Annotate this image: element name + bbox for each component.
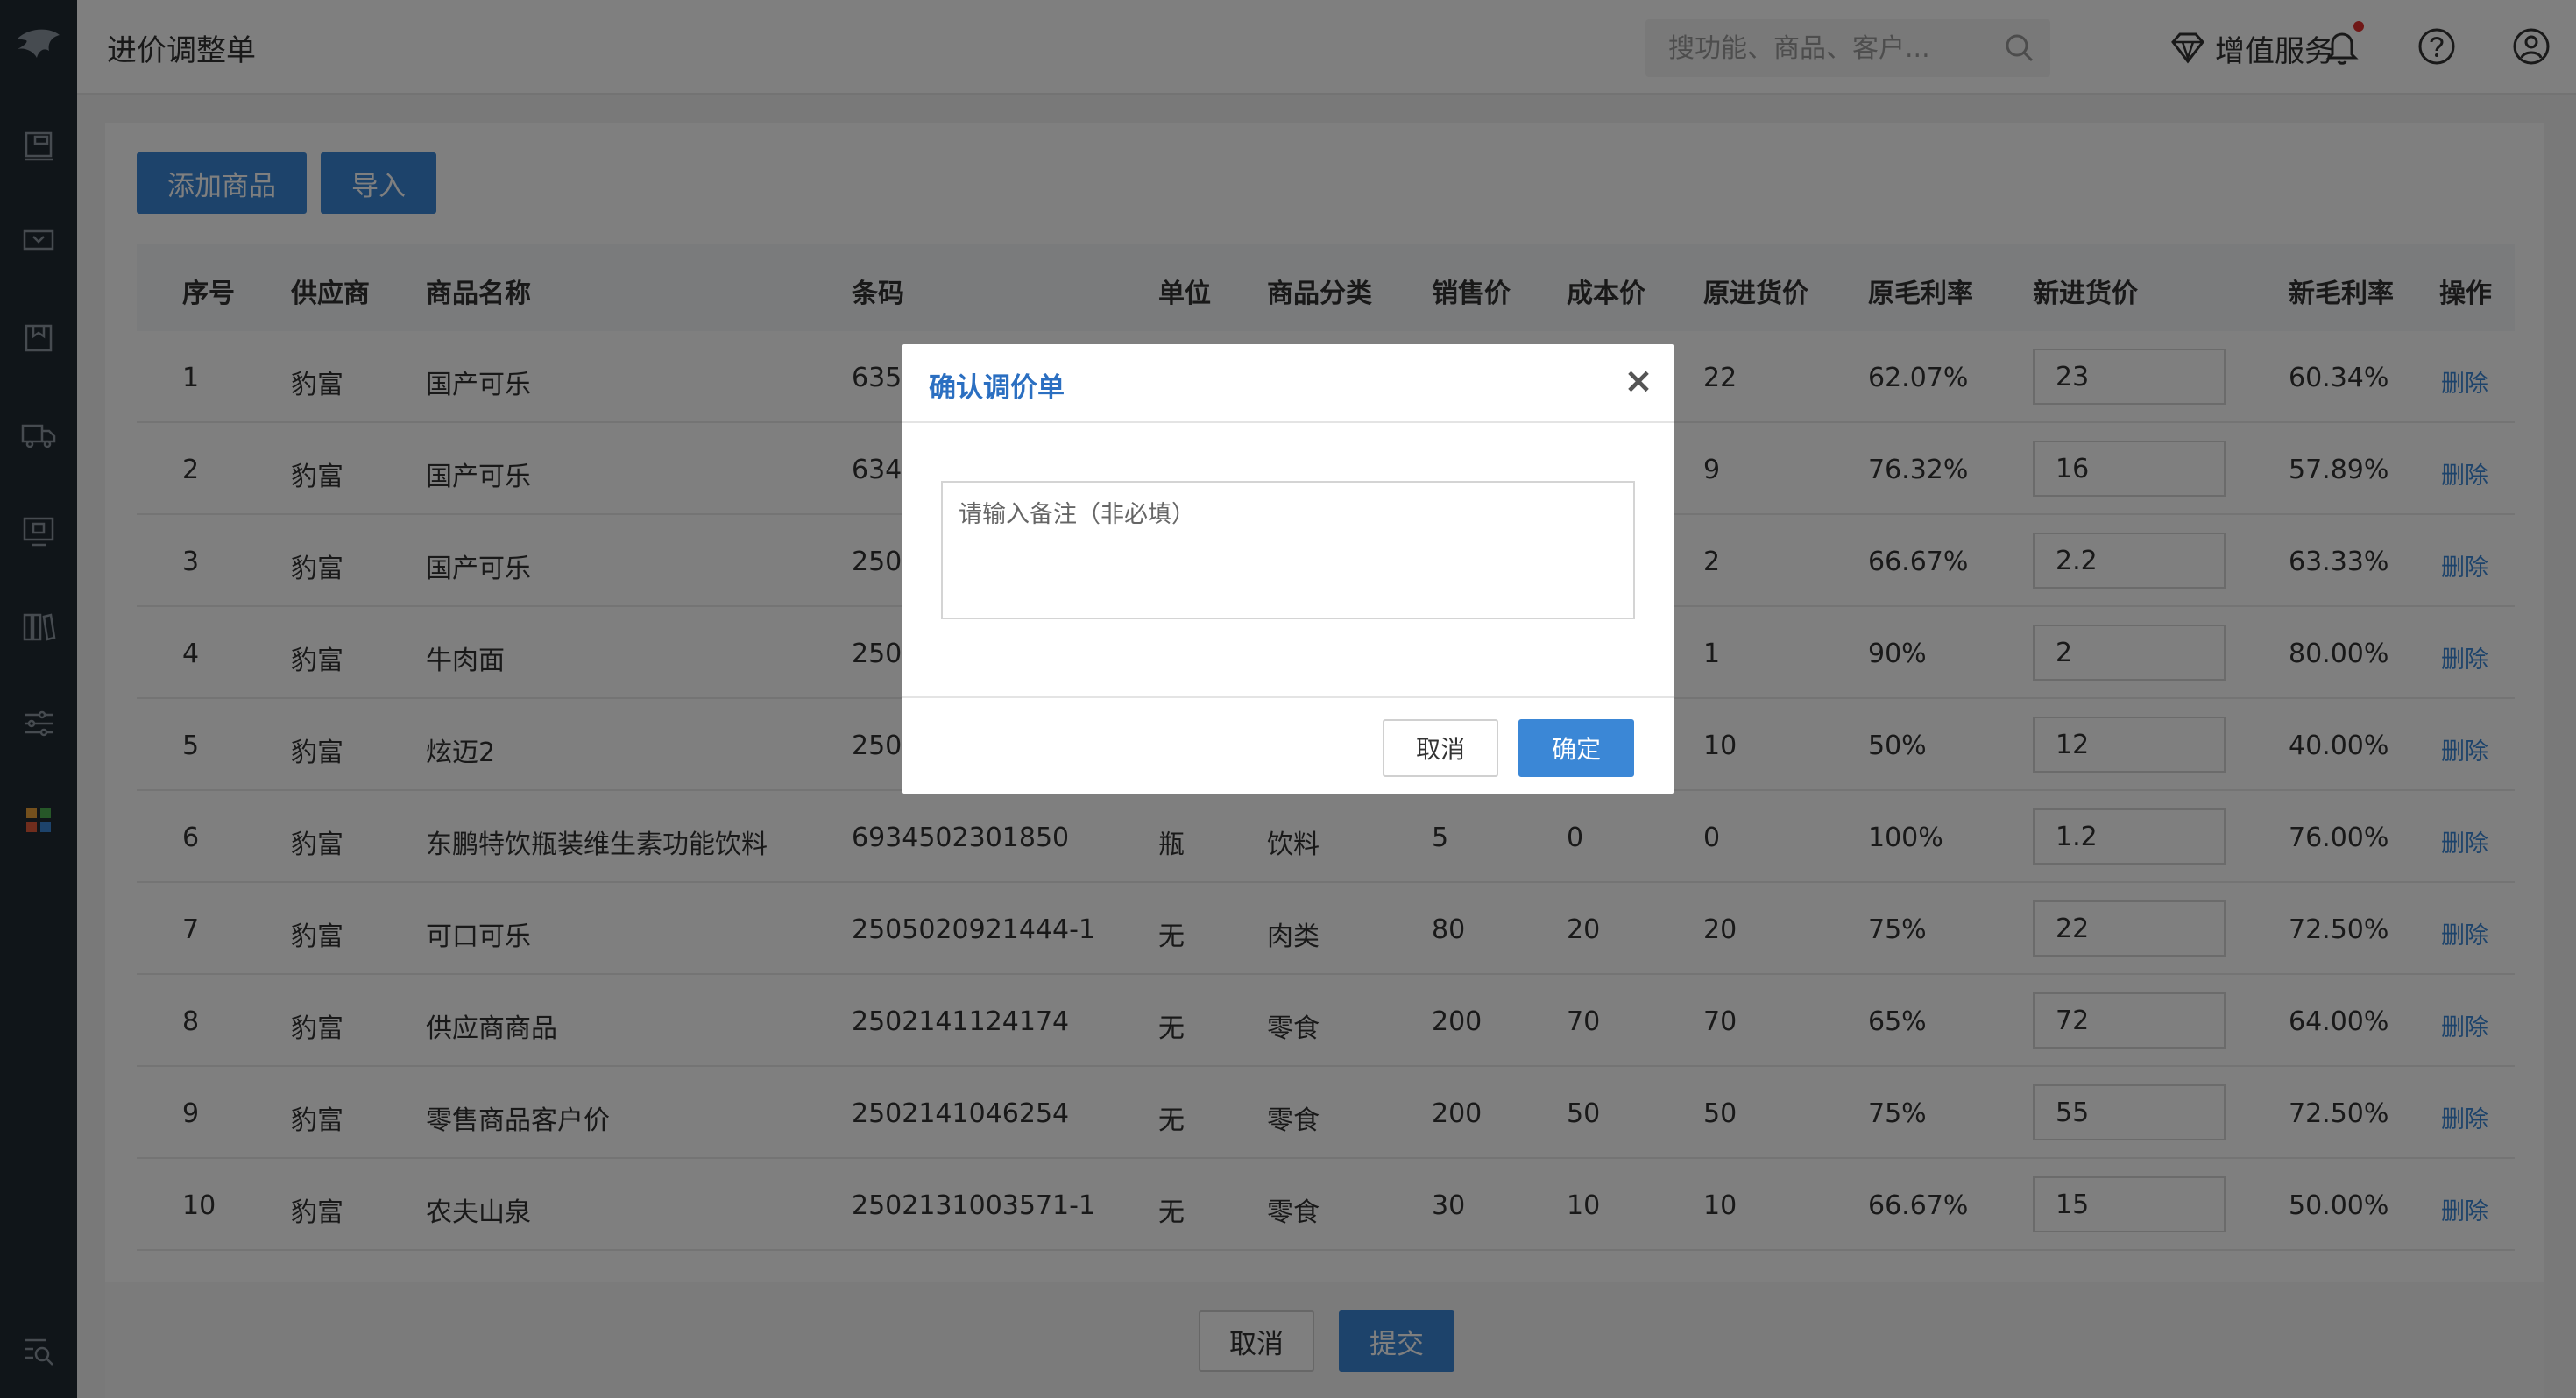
dialog-footer: 取消 确定 xyxy=(902,696,1674,794)
close-icon[interactable]: × xyxy=(1621,364,1656,399)
dialog-cancel-button[interactable]: 取消 xyxy=(1383,719,1498,777)
dialog-header: 确认调价单 × xyxy=(902,344,1674,423)
dialog-confirm-button[interactable]: 确定 xyxy=(1518,719,1634,777)
remark-input[interactable] xyxy=(941,481,1635,619)
dialog-title: 确认调价单 xyxy=(929,372,1065,404)
confirm-price-dialog: 确认调价单 × 取消 确定 xyxy=(902,344,1674,794)
